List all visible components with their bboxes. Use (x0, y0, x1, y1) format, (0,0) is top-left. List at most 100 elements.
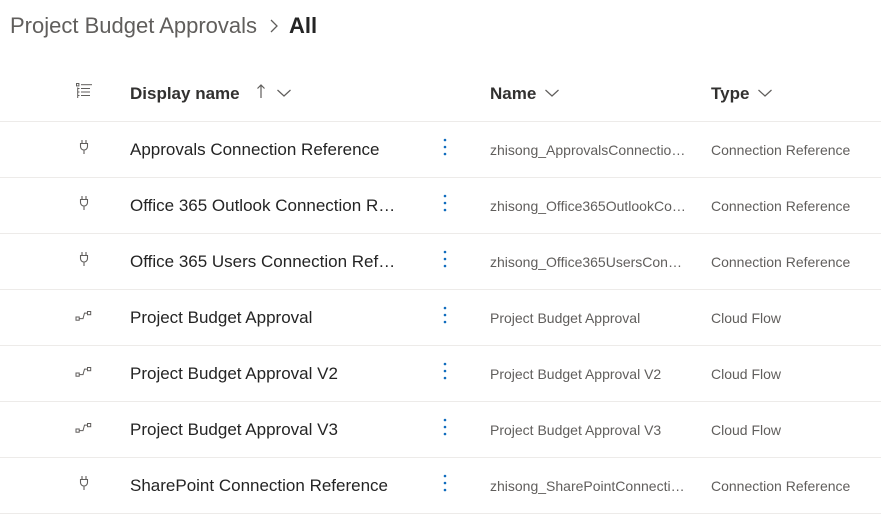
row-type-icon-cell (70, 234, 98, 289)
table-row[interactable]: Project Budget Approval V3 Project Budge… (0, 402, 881, 458)
more-vertical-icon (443, 418, 447, 441)
name-value: zhisong_ApprovalsConnectionReference (490, 141, 686, 158)
breadcrumb-parent-link[interactable]: Project Budget Approvals (10, 13, 257, 39)
column-header-type-inner: Type (711, 84, 773, 104)
row-type-icon-cell (70, 402, 98, 457)
plug-icon (78, 475, 90, 496)
type-value: Cloud Flow (711, 309, 782, 326)
more-commands-button[interactable] (433, 302, 457, 334)
type-value: Connection Reference (711, 477, 851, 494)
more-commands-button[interactable] (433, 190, 457, 222)
row-type-icon-cell (70, 458, 98, 513)
name-value: Project Budget Approval V2 (490, 365, 662, 382)
name-cell: zhisong_SharePointConnectionReference (490, 458, 690, 513)
type-value: Cloud Flow (711, 365, 782, 382)
type-value: Connection Reference (711, 141, 851, 158)
breadcrumb-current: All (289, 13, 318, 38)
grid-header-row: Display name Name Type (0, 66, 881, 122)
more-commands-button[interactable] (433, 134, 457, 166)
chevron-down-icon (266, 85, 292, 103)
flow-icon (75, 309, 93, 327)
name-cell: Project Budget Approval V3 (490, 402, 690, 457)
column-header-type[interactable]: Type (711, 66, 881, 121)
name-value: zhisong_Office365OutlookConnectionRefere… (490, 197, 686, 214)
display-name-link[interactable]: Office 365 Outlook Connection Reference (130, 196, 400, 216)
more-commands-button[interactable] (433, 358, 457, 390)
name-cell: zhisong_Office365UsersConnectionReferenc… (490, 234, 690, 289)
name-cell: Project Budget Approval V2 (490, 346, 690, 401)
display-name-link[interactable]: Project Budget Approval V2 (130, 364, 338, 384)
name-value: zhisong_Office365UsersConnectionReferenc… (490, 253, 686, 270)
display-name-cell: Office 365 Users Connection Reference (130, 234, 420, 289)
table-row[interactable]: Project Budget Approval Project Budget A… (0, 290, 881, 346)
column-header-name[interactable]: Name (490, 66, 690, 121)
flow-icon (75, 421, 93, 439)
table-row[interactable]: Office 365 Outlook Connection Reference … (0, 178, 881, 234)
name-cell: zhisong_Office365OutlookConnectionRefere… (490, 178, 690, 233)
chevron-right-icon (269, 18, 279, 34)
column-header-type-label: Type (711, 83, 750, 103)
plug-icon (78, 195, 90, 216)
display-name-link[interactable]: Project Budget Approval V3 (130, 420, 338, 440)
chevron-down-icon (749, 85, 773, 103)
column-header-name-inner: Name (490, 84, 560, 104)
table-row[interactable]: Project Budget Approval V2 Project Budge… (0, 346, 881, 402)
display-name-cell: Approvals Connection Reference (130, 122, 420, 177)
plug-icon (78, 139, 90, 160)
row-type-icon-cell (70, 290, 98, 345)
plug-icon (78, 251, 90, 272)
column-header-display-name[interactable]: Display name (130, 66, 420, 121)
type-cell: Connection Reference (711, 234, 881, 289)
chevron-down-icon (536, 85, 560, 103)
column-options-button[interactable] (70, 66, 98, 121)
display-name-link[interactable]: SharePoint Connection Reference (130, 476, 388, 496)
more-commands-cell (432, 346, 458, 401)
display-name-link[interactable]: Project Budget Approval (130, 308, 312, 328)
name-cell: Project Budget Approval (490, 290, 690, 345)
grid-rows: Approvals Connection Reference zhisong_A… (0, 122, 881, 514)
row-type-icon-cell (70, 178, 98, 233)
more-commands-button[interactable] (433, 470, 457, 502)
type-cell: Cloud Flow (711, 346, 881, 401)
more-commands-cell (432, 290, 458, 345)
more-vertical-icon (443, 306, 447, 329)
display-name-link[interactable]: Office 365 Users Connection Reference (130, 252, 400, 272)
more-vertical-icon (443, 474, 447, 497)
more-commands-button[interactable] (433, 414, 457, 446)
display-name-cell: Project Budget Approval (130, 290, 420, 345)
column-header-display-name-inner: Display name (130, 83, 292, 104)
more-vertical-icon (443, 362, 447, 385)
display-name-link[interactable]: Approvals Connection Reference (130, 140, 379, 160)
name-value: zhisong_SharePointConnectionReference (490, 477, 686, 494)
table-row[interactable]: Approvals Connection Reference zhisong_A… (0, 122, 881, 178)
type-value: Cloud Flow (711, 421, 782, 438)
more-vertical-icon (443, 250, 447, 273)
display-name-cell: Project Budget Approval V2 (130, 346, 420, 401)
row-type-icon-cell (70, 346, 98, 401)
solution-objects-page: Project Budget Approvals All Display nam… (0, 0, 881, 519)
more-commands-cell (432, 458, 458, 513)
more-commands-cell (432, 234, 458, 289)
display-name-cell: SharePoint Connection Reference (130, 458, 420, 513)
table-row[interactable]: Office 365 Users Connection Reference zh… (0, 234, 881, 290)
more-commands-button[interactable] (433, 246, 457, 278)
name-cell: zhisong_ApprovalsConnectionReference (490, 122, 690, 177)
row-type-icon-cell (70, 122, 98, 177)
more-vertical-icon (443, 194, 447, 217)
flow-icon (75, 365, 93, 383)
name-value: Project Budget Approval V3 (490, 421, 662, 438)
display-name-cell: Project Budget Approval V3 (130, 402, 420, 457)
type-cell: Connection Reference (711, 178, 881, 233)
type-value: Connection Reference (711, 253, 851, 270)
name-value: Project Budget Approval (490, 309, 641, 326)
column-header-display-name-label: Display name (130, 83, 240, 103)
type-cell: Connection Reference (711, 458, 881, 513)
more-commands-cell (432, 178, 458, 233)
type-cell: Connection Reference (711, 122, 881, 177)
type-cell: Cloud Flow (711, 290, 881, 345)
breadcrumb: Project Budget Approvals All (10, 10, 317, 42)
more-commands-cell (432, 402, 458, 457)
more-vertical-icon (443, 138, 447, 161)
more-commands-cell (432, 122, 458, 177)
table-row[interactable]: SharePoint Connection Reference zhisong_… (0, 458, 881, 514)
